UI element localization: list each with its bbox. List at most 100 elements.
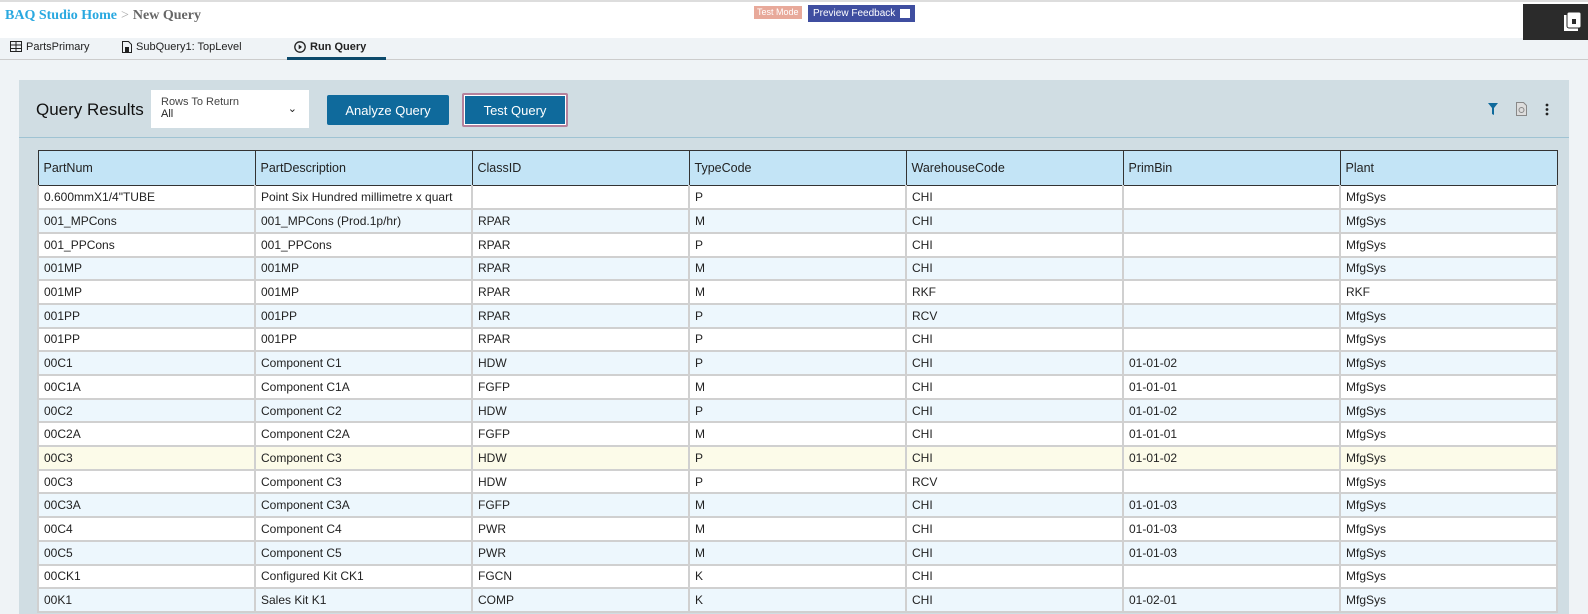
cell-partdescription[interactable]: Component C1A xyxy=(254,375,473,400)
cell-warehousecode[interactable]: CHI xyxy=(905,351,1124,376)
cell-typecode[interactable]: M xyxy=(688,517,907,542)
cell-classid[interactable]: COMP xyxy=(471,588,690,613)
cell-plant[interactable]: MfgSys xyxy=(1339,351,1558,376)
cell-typecode[interactable]: P xyxy=(688,446,907,471)
cell-classid[interactable]: RPAR xyxy=(471,232,690,258)
cell-typecode[interactable]: P xyxy=(688,303,907,329)
column-header-partdescription[interactable]: PartDescription xyxy=(254,150,473,186)
cell-typecode[interactable]: M xyxy=(688,375,907,400)
cell-partnum[interactable]: 001MP xyxy=(37,256,256,282)
cell-primbin[interactable]: 01-01-01 xyxy=(1122,422,1341,448)
cell-partnum[interactable]: 00C3 xyxy=(37,446,256,471)
cell-warehousecode[interactable]: CHI xyxy=(905,185,1124,211)
cell-partdescription[interactable]: Point Six Hundred millimetre x quart xyxy=(254,185,473,211)
cell-partnum[interactable]: 00C3 xyxy=(37,469,256,495)
cell-partdescription[interactable]: 001PP xyxy=(254,303,473,329)
column-header-primbin[interactable]: PrimBin xyxy=(1122,150,1341,186)
cell-classid[interactable] xyxy=(471,185,690,211)
cell-typecode[interactable]: P xyxy=(688,232,907,258)
cell-warehousecode[interactable]: CHI xyxy=(905,517,1124,542)
cell-partnum[interactable]: 001_MPCons xyxy=(37,209,256,234)
export-document-icon[interactable] xyxy=(1516,102,1527,116)
table-row[interactable]: 001PP 001PP RPAR P CHI MfgSys xyxy=(37,327,1558,353)
cell-partdescription[interactable]: Sales Kit K1 xyxy=(254,588,473,613)
cell-warehousecode[interactable]: CHI xyxy=(905,398,1124,424)
cell-partnum[interactable]: 0.600mmX1/4"TUBE xyxy=(37,185,256,211)
cell-plant[interactable]: MfgSys xyxy=(1339,588,1558,613)
cell-typecode[interactable]: K xyxy=(688,564,907,590)
cell-plant[interactable]: MfgSys xyxy=(1339,232,1558,258)
cell-typecode[interactable]: M xyxy=(688,256,907,282)
cell-plant[interactable]: MfgSys xyxy=(1339,209,1558,234)
table-row[interactable]: 001PP 001PP RPAR P RCV MfgSys xyxy=(37,303,1558,329)
cell-typecode[interactable]: P xyxy=(688,185,907,211)
table-row[interactable]: 00C3 Component C3 HDW P RCV MfgSys xyxy=(37,469,1558,495)
cell-primbin[interactable]: 01-01-02 xyxy=(1122,398,1341,424)
cell-partdescription[interactable]: 001PP xyxy=(254,327,473,353)
cell-partdescription[interactable]: Configured Kit CK1 xyxy=(254,564,473,590)
cell-primbin[interactable]: 01-01-03 xyxy=(1122,493,1341,519)
cell-partnum[interactable]: 00C3A xyxy=(37,493,256,519)
cell-partdescription[interactable]: Component C3 xyxy=(254,446,473,471)
analyze-query-button[interactable]: Analyze Query xyxy=(327,95,449,125)
cell-typecode[interactable]: P xyxy=(688,327,907,353)
cell-typecode[interactable]: M xyxy=(688,209,907,234)
cell-warehousecode[interactable]: CHI xyxy=(905,446,1124,471)
cell-partnum[interactable]: 00C2 xyxy=(37,398,256,424)
cell-classid[interactable]: PWR xyxy=(471,517,690,542)
cell-plant[interactable]: MfgSys xyxy=(1339,469,1558,495)
cell-warehousecode[interactable]: CHI xyxy=(905,256,1124,282)
cell-plant[interactable]: MfgSys xyxy=(1339,256,1558,282)
cell-classid[interactable]: FGFP xyxy=(471,375,690,400)
table-row[interactable]: 00C4 Component C4 PWR M CHI 01-01-03 MfgSys xyxy=(37,517,1558,542)
table-row[interactable]: 00C3 Component C3 HDW P CHI 01-01-02 MfgSys xyxy=(37,446,1558,471)
table-row[interactable]: 0.600mmX1/4"TUBE Point Six Hundred millim… xyxy=(37,185,1558,211)
cell-warehousecode[interactable]: CHI xyxy=(905,232,1124,258)
cell-warehousecode[interactable]: CHI xyxy=(905,375,1124,400)
cell-classid[interactable]: FGFP xyxy=(471,493,690,519)
save-panel-button[interactable] xyxy=(1523,4,1588,40)
cell-classid[interactable]: PWR xyxy=(471,540,690,566)
cell-plant[interactable]: MfgSys xyxy=(1339,517,1558,542)
cell-typecode[interactable]: M xyxy=(688,422,907,448)
cell-partdescription[interactable]: 001MP xyxy=(254,256,473,282)
cell-primbin[interactable] xyxy=(1122,185,1341,211)
cell-plant[interactable]: RKF xyxy=(1339,280,1558,305)
cell-plant[interactable]: MfgSys xyxy=(1339,303,1558,329)
cell-partdescription[interactable]: Component C2 xyxy=(254,398,473,424)
cell-primbin[interactable]: 01-02-01 xyxy=(1122,588,1341,613)
cell-plant[interactable]: MfgSys xyxy=(1339,540,1558,566)
table-row[interactable]: 001_PPCons 001_PPCons RPAR P CHI MfgSys xyxy=(37,232,1558,258)
cell-warehousecode[interactable]: CHI xyxy=(905,422,1124,448)
table-row[interactable]: 001_MPCons 001_MPCons (Prod.1p/hr) RPAR M CH… xyxy=(37,209,1558,234)
cell-partdescription[interactable]: 001MP xyxy=(254,280,473,305)
cell-primbin[interactable]: 01-01-03 xyxy=(1122,517,1341,542)
cell-warehousecode[interactable]: CHI xyxy=(905,327,1124,353)
cell-classid[interactable]: RPAR xyxy=(471,280,690,305)
cell-plant[interactable]: MfgSys xyxy=(1339,422,1558,448)
rows-to-return-dropdown[interactable]: Rows To Return All ⌄ xyxy=(151,90,309,128)
cell-primbin[interactable]: 01-01-01 xyxy=(1122,375,1341,400)
cell-typecode[interactable]: M xyxy=(688,493,907,519)
cell-partnum[interactable]: 00C4 xyxy=(37,517,256,542)
cell-partnum[interactable]: 001PP xyxy=(37,303,256,329)
cell-warehousecode[interactable]: CHI xyxy=(905,564,1124,590)
cell-plant[interactable]: MfgSys xyxy=(1339,398,1558,424)
cell-partnum[interactable]: 00C5 xyxy=(37,540,256,566)
cell-typecode[interactable]: K xyxy=(688,588,907,613)
cell-partnum[interactable]: 00K1 xyxy=(37,588,256,613)
table-row[interactable]: 001MP 001MP RPAR M RKF RKF xyxy=(37,280,1558,305)
tab-subquery1[interactable]: SubQuery1: TopLevel xyxy=(122,41,242,53)
column-header-partnum[interactable]: PartNum xyxy=(37,150,256,186)
cell-primbin[interactable]: 01-01-03 xyxy=(1122,540,1341,566)
cell-partdescription[interactable]: Component C3A xyxy=(254,493,473,519)
cell-warehousecode[interactable]: CHI xyxy=(905,209,1124,234)
cell-primbin[interactable] xyxy=(1122,232,1341,258)
cell-warehousecode[interactable]: CHI xyxy=(905,540,1124,566)
cell-primbin[interactable] xyxy=(1122,564,1341,590)
cell-primbin[interactable] xyxy=(1122,327,1341,353)
cell-partnum[interactable]: 00C1 xyxy=(37,351,256,376)
filter-icon[interactable] xyxy=(1488,103,1498,115)
table-row[interactable]: 00C1A Component C1A FGFP M CHI 01-01-01 MfgSys xyxy=(37,375,1558,400)
cell-partnum[interactable]: 00C1A xyxy=(37,375,256,400)
